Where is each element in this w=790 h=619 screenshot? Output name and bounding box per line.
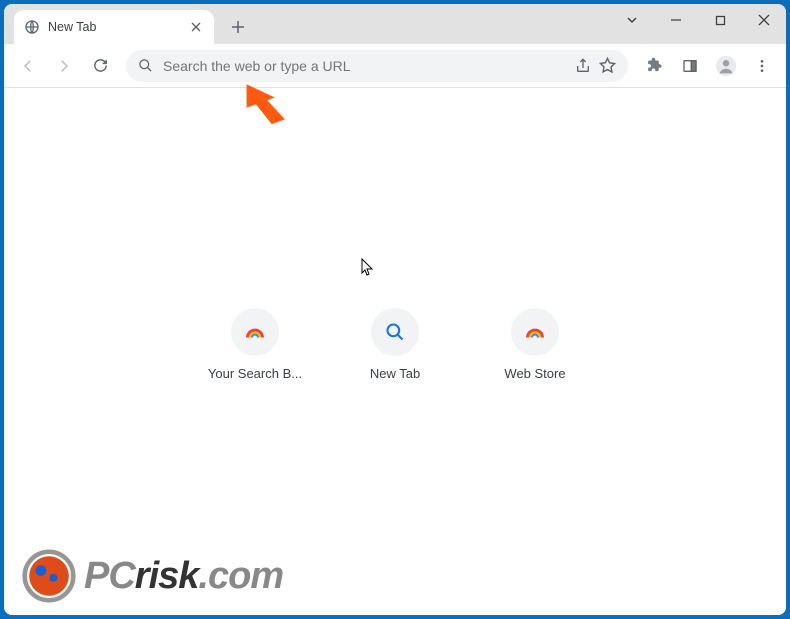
shortcut-label: New Tab	[370, 366, 420, 381]
shortcuts-row: Your Search B... New Tab Web Store	[205, 308, 585, 381]
minimize-button[interactable]	[654, 4, 698, 36]
profile-avatar[interactable]	[710, 50, 742, 82]
watermark-logo-icon	[22, 549, 76, 603]
tab-title: New Tab	[48, 20, 188, 34]
shortcut-your-search[interactable]: Your Search B...	[205, 308, 305, 381]
content-area: Your Search B... New Tab Web Store	[4, 88, 786, 615]
cursor-icon	[361, 258, 375, 276]
watermark-text: PCrisk.com	[84, 555, 283, 598]
address-input[interactable]	[163, 58, 567, 74]
shortcut-web-store[interactable]: Web Store	[485, 308, 585, 381]
reload-button[interactable]	[84, 50, 116, 82]
share-icon[interactable]	[575, 58, 591, 74]
browser-window: New Tab	[4, 4, 786, 615]
chevron-down-icon[interactable]	[610, 4, 654, 36]
browser-tab[interactable]: New Tab	[14, 10, 214, 44]
extensions-icon[interactable]	[638, 50, 670, 82]
bookmark-star-icon[interactable]	[599, 57, 616, 74]
shortcut-tile	[511, 308, 559, 356]
new-tab-button[interactable]	[224, 13, 252, 41]
globe-icon	[24, 19, 40, 35]
search-icon	[138, 58, 153, 73]
shortcut-tile	[231, 308, 279, 356]
annotation-arrow-icon	[243, 78, 291, 134]
maximize-button[interactable]	[698, 4, 742, 36]
window-controls	[610, 4, 786, 36]
close-tab-icon[interactable]	[188, 19, 204, 35]
watermark: PCrisk.com	[22, 549, 283, 603]
shortcut-label: Web Store	[504, 366, 565, 381]
search-icon	[385, 322, 405, 342]
titlebar: New Tab	[4, 4, 786, 44]
shortcut-tile	[371, 308, 419, 356]
shortcut-new-tab[interactable]: New Tab	[345, 308, 445, 381]
rainbow-icon	[244, 321, 266, 343]
shortcut-label: Your Search B...	[208, 366, 302, 381]
forward-button[interactable]	[48, 50, 80, 82]
address-bar[interactable]	[126, 50, 628, 82]
back-button[interactable]	[12, 50, 44, 82]
close-window-button[interactable]	[742, 4, 786, 36]
rainbow-icon	[524, 321, 546, 343]
sidepanel-icon[interactable]	[674, 50, 706, 82]
toolbar	[4, 44, 786, 88]
menu-icon[interactable]	[746, 50, 778, 82]
